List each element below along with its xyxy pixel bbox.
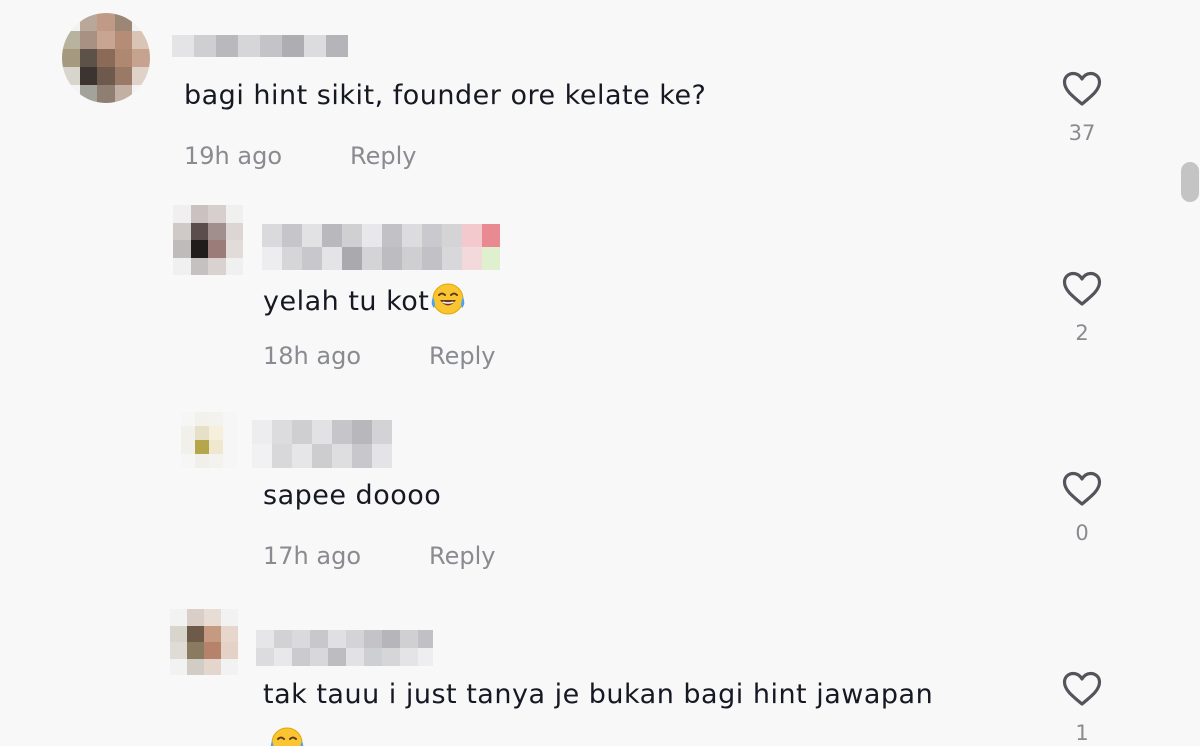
comments-panel: bagi hint sikit, founder ore kelate ke? … xyxy=(0,0,1200,746)
reply-button[interactable]: Reply xyxy=(429,342,495,370)
avatar[interactable] xyxy=(170,609,238,675)
comment-text: bagi hint sikit, founder ore kelate ke? xyxy=(184,80,707,111)
like-control: 37 xyxy=(1060,71,1104,145)
comment-timestamp: 18h ago xyxy=(263,342,362,370)
comment-meta: 17h ago Reply xyxy=(263,542,495,570)
like-control: 2 xyxy=(1060,271,1104,345)
like-count: 2 xyxy=(1075,321,1089,345)
heart-icon[interactable] xyxy=(1062,271,1102,307)
username-blurred[interactable] xyxy=(172,35,348,57)
avatar[interactable] xyxy=(173,205,243,275)
face-with-tears-of-joy-icon xyxy=(270,727,304,746)
comment-meta: 18h ago Reply xyxy=(263,342,495,370)
reply-button[interactable]: Reply xyxy=(429,542,495,570)
scrollbar-thumb[interactable] xyxy=(1181,162,1199,202)
comment-timestamp: 17h ago xyxy=(263,542,362,570)
avatar[interactable] xyxy=(62,13,150,103)
username-blurred[interactable] xyxy=(252,420,392,468)
avatar[interactable] xyxy=(181,412,237,468)
comment-text: sapee doooo xyxy=(263,480,442,511)
reply-button[interactable]: Reply xyxy=(350,142,416,170)
heart-icon[interactable] xyxy=(1062,671,1102,707)
face-with-tears-of-joy-icon xyxy=(432,283,465,315)
comment-meta: 19h ago Reply xyxy=(184,142,416,170)
like-count: 0 xyxy=(1075,521,1089,545)
comment-text-body: yelah tu kot xyxy=(263,286,430,317)
like-count: 1 xyxy=(1075,721,1089,745)
like-count: 37 xyxy=(1068,121,1096,145)
comment-timestamp: 19h ago xyxy=(184,142,283,170)
username-blurred[interactable] xyxy=(262,224,500,270)
heart-icon[interactable] xyxy=(1062,71,1102,107)
heart-icon[interactable] xyxy=(1062,471,1102,507)
comment-text: tak tauu i just tanya je bukan bagi hint… xyxy=(263,679,934,710)
like-control: 0 xyxy=(1060,471,1104,545)
comment-text: yelah tu kot xyxy=(263,282,465,317)
like-control: 1 xyxy=(1060,671,1104,745)
username-blurred[interactable] xyxy=(256,630,433,666)
